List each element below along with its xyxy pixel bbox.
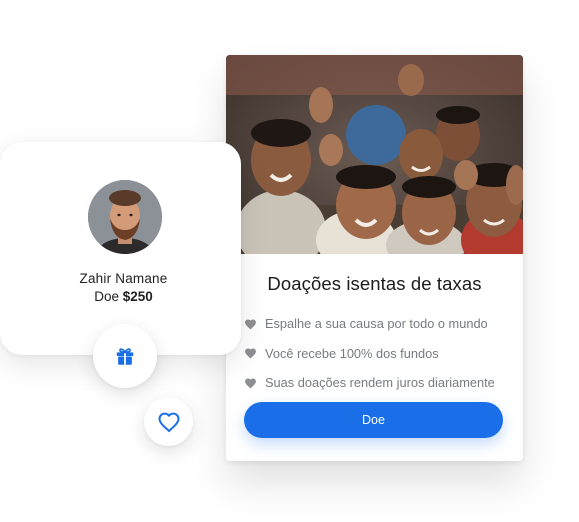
- feature-item: Você recebe 100% dos fundos: [244, 339, 514, 369]
- feature-item: Suas doações rendem juros diariamente: [244, 368, 514, 398]
- feature-item: Espalhe a sua causa por todo o mundo: [244, 309, 514, 339]
- heart-outline-icon: [157, 411, 181, 433]
- heart-icon: [244, 318, 257, 330]
- heart-icon: [244, 347, 257, 359]
- donate-button[interactable]: Doe: [244, 402, 503, 438]
- donor-profile-card: Zahir Namane Doe $250: [0, 142, 241, 355]
- feature-text: Suas doações rendem juros diariamente: [265, 375, 495, 391]
- amount-prefix: Doe: [94, 289, 119, 304]
- gift-button[interactable]: [93, 324, 157, 388]
- gift-icon: [114, 345, 136, 367]
- heart-icon: [244, 377, 257, 389]
- donor-name: Zahir Namane: [79, 271, 168, 286]
- avatar: [88, 180, 162, 254]
- feature-text: Espalhe a sua causa por todo o mundo: [265, 316, 488, 332]
- feature-text: Você recebe 100% dos fundos: [265, 345, 439, 361]
- card-title: Doações isentas de taxas: [267, 273, 482, 294]
- donation-amount: Doe $250: [0, 289, 247, 304]
- amount-value: $250: [122, 289, 153, 304]
- donation-card: Doações isentas de taxas Espalhe a sua c…: [226, 55, 523, 461]
- children-photo: [226, 55, 523, 254]
- feature-list: Espalhe a sua causa por todo o mundo Voc…: [244, 309, 514, 398]
- like-button[interactable]: [144, 397, 193, 446]
